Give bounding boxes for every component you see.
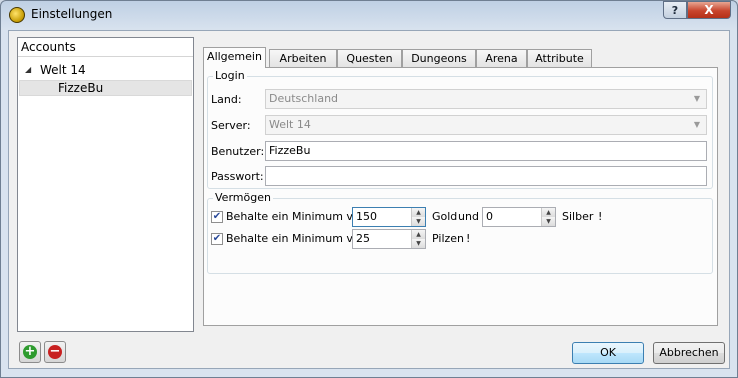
silver-excl: ! (598, 210, 603, 223)
close-button[interactable]: X (687, 1, 731, 19)
dialog-client: Accounts ◢ Welt 14 FizzeBu Allgemein Arb… (8, 30, 730, 369)
mushroom-label: Pilzen (432, 232, 465, 245)
ok-button[interactable]: OK (572, 342, 644, 364)
tree-item-world[interactable]: Welt 14 (40, 62, 86, 78)
accounts-tree[interactable]: Accounts ◢ Welt 14 FizzeBu (17, 37, 194, 332)
keep-gold-label: Behalte ein Minimum von (226, 210, 367, 223)
keep-mushroom-label: Behalte ein Minimum von (226, 232, 367, 245)
title-bar: Einstellungen ? X (1, 1, 737, 30)
server-label: Server: (211, 119, 251, 132)
keep-mushroom-checkbox[interactable]: ✔ (211, 233, 223, 245)
server-select[interactable]: Welt 14 ▼ (265, 115, 707, 135)
and-label: und (458, 210, 479, 223)
wealth-group-title: Vermögen (213, 191, 273, 204)
add-account-button[interactable]: + (19, 341, 41, 363)
mushroom-excl: ! (466, 232, 471, 245)
cancel-button[interactable]: Abbrechen (653, 342, 725, 364)
land-label: Land: (211, 93, 242, 106)
chevron-down-icon: ▼ (693, 94, 700, 103)
settings-window: Einstellungen ? X Accounts ◢ Welt 14 Fiz… (0, 0, 738, 378)
app-icon (9, 7, 25, 23)
server-value: Welt 14 (269, 118, 311, 131)
tab-arbeiten[interactable]: Arbeiten (269, 49, 337, 67)
spin-down-icon[interactable]: ▼ (541, 217, 555, 226)
gold-label: Gold (432, 210, 458, 223)
chevron-down-icon: ▼ (693, 120, 700, 129)
minus-icon: − (48, 344, 62, 359)
keep-gold-checkbox[interactable]: ✔ (211, 211, 223, 223)
user-label: Benutzer: (211, 145, 265, 158)
tab-arena[interactable]: Arena (476, 49, 527, 67)
silver-value: 0 (486, 210, 493, 223)
password-input[interactable] (265, 166, 707, 186)
tab-attribute[interactable]: Attribute (527, 49, 592, 67)
spin-down-icon[interactable]: ▼ (411, 217, 425, 226)
accounts-header: Accounts (18, 38, 193, 57)
help-button[interactable]: ? (663, 1, 687, 19)
gold-spinbox[interactable]: 150 ▲ ▼ (352, 207, 426, 227)
tree-item-selected-bg (19, 80, 192, 96)
remove-account-button[interactable]: − (44, 341, 66, 363)
expand-arrow-icon[interactable]: ◢ (25, 65, 31, 74)
tree-item-account[interactable]: FizzeBu (58, 80, 103, 96)
spin-down-icon[interactable]: ▼ (411, 239, 425, 248)
plus-icon: + (23, 344, 37, 359)
land-select[interactable]: Deutschland ▼ (265, 89, 707, 109)
gold-value: 150 (356, 210, 377, 223)
window-title: Einstellungen (31, 7, 113, 21)
land-value: Deutschland (269, 92, 339, 105)
tab-allgemein[interactable]: Allgemein (203, 47, 266, 68)
tab-dungeons[interactable]: Dungeons (402, 49, 476, 67)
user-input[interactable]: FizzeBu (265, 141, 707, 161)
password-label: Passwort: (211, 170, 264, 183)
silver-label: Silber (562, 210, 594, 223)
silver-spinbox[interactable]: 0 ▲ ▼ (482, 207, 556, 227)
tab-pane-allgemein: Login Land: Deutschland ▼ Server: Welt 1… (203, 67, 718, 326)
login-group-title: Login (213, 69, 247, 82)
tab-questen[interactable]: Questen (337, 49, 402, 67)
mushroom-value: 25 (356, 232, 370, 245)
mushroom-spinbox[interactable]: 25 ▲ ▼ (352, 229, 426, 249)
